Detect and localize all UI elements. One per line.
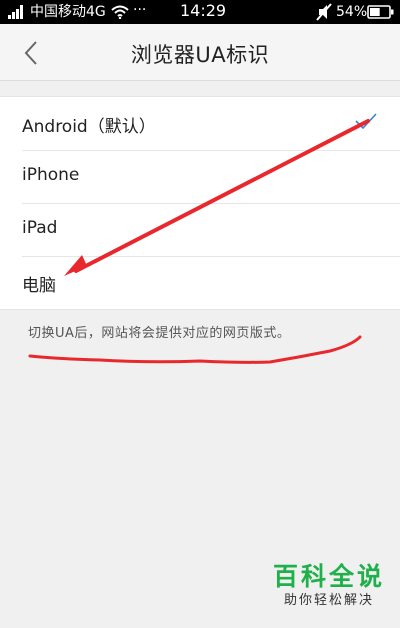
option-pc[interactable]: 电脑 <box>0 256 400 309</box>
option-label: iPhone <box>22 165 80 185</box>
more-dots: ··· <box>133 2 147 18</box>
mute-icon <box>316 3 332 21</box>
ua-options-list: Android（默认） iPhone iPad 电脑 <box>0 96 400 310</box>
watermark-title: 百科全说 <box>272 562 385 591</box>
status-bar: 中国移动4G ··· 14:29 54% <box>0 0 400 24</box>
ua-hint-text: 切换UA后，网站将会提供对应的网页版式。 <box>28 326 291 341</box>
option-label: Android（默认） <box>22 117 156 137</box>
page-title: 浏览器UA标识 <box>130 43 270 67</box>
wifi-icon <box>111 5 129 19</box>
carrier-label: 中国移动4G <box>30 4 106 20</box>
watermark-subtitle: 助你轻松解决 <box>283 593 374 608</box>
option-iphone[interactable]: iPhone <box>0 150 400 203</box>
battery-percent: 54% <box>336 4 368 20</box>
signal-icon <box>8 5 23 19</box>
option-label: 电脑 <box>22 276 56 296</box>
watermark-logo: 百科全说 助你轻松解决 <box>270 562 388 620</box>
checkmark-icon <box>355 113 377 130</box>
battery-icon <box>367 5 394 19</box>
option-label: iPad <box>22 218 58 238</box>
annotation-overlay <box>28 119 370 364</box>
nav-bar: 浏览器UA标识 <box>0 24 400 81</box>
option-android[interactable]: Android（默认） <box>0 97 400 150</box>
clock: 14:29 <box>180 1 227 20</box>
option-ipad[interactable]: iPad <box>0 203 400 256</box>
